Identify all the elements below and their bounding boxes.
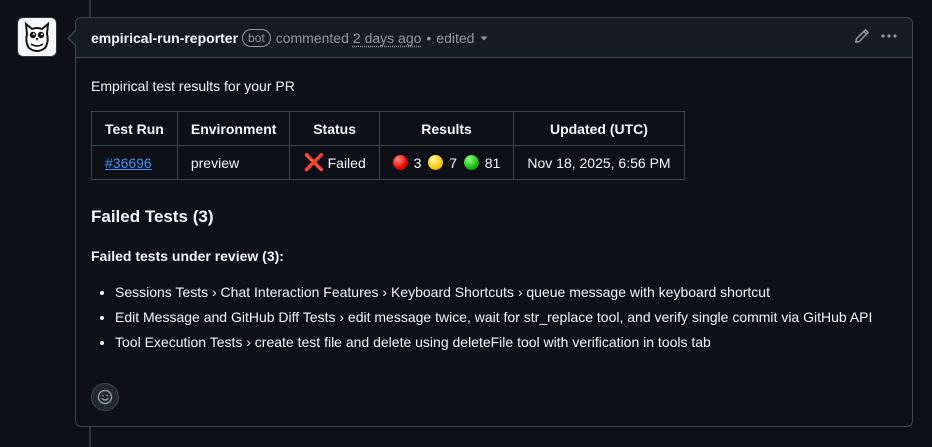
col-status: Status	[289, 111, 380, 146]
red-circle-icon	[392, 154, 408, 170]
comment-box: empirical-run-reporter bot commented 2 d…	[67, 17, 913, 427]
kebab-horizontal-icon[interactable]	[880, 28, 898, 47]
list-item: Sessions Tests › Chat Interaction Featur…	[115, 281, 897, 303]
comment-timestamp[interactable]: 2 days ago	[353, 30, 422, 46]
col-test-run: Test Run	[91, 111, 178, 146]
comment-header: empirical-run-reporter bot commented 2 d…	[76, 18, 912, 58]
owl-avatar-icon[interactable]	[17, 17, 57, 57]
edited-label[interactable]: edited	[436, 30, 474, 46]
col-results: Results	[378, 111, 515, 146]
yellow-circle-icon	[428, 154, 444, 170]
header-separator: •	[426, 29, 432, 46]
intro-text: Empirical test results for your PR	[91, 78, 295, 94]
flaky-count: 7	[449, 154, 458, 171]
list-item: Edit Message and GitHub Diff Tests › edi…	[115, 306, 897, 328]
comment-body: Empirical test results for your PR Test …	[76, 58, 912, 374]
list-item: Tool Execution Tests › create test file …	[115, 331, 897, 353]
table-header-row: Test Run Environment Status Results Upda…	[91, 111, 685, 146]
cell-status: ❌ Failed	[289, 145, 380, 180]
status-text: Failed	[327, 154, 366, 171]
author-link[interactable]: empirical-run-reporter	[91, 30, 238, 46]
passed-count: 81	[484, 154, 501, 171]
cell-test-run: #36696	[91, 145, 178, 180]
header-actions	[854, 18, 898, 57]
comment-action-text: commented	[275, 29, 349, 46]
results-table: Test Run Environment Status Results Upda…	[91, 111, 685, 180]
failed-count: 3	[413, 154, 422, 171]
pencil-icon[interactable]	[854, 28, 870, 47]
test-run-link[interactable]: #36696	[105, 155, 152, 171]
bot-badge: bot	[242, 28, 271, 47]
col-updated: Updated (UTC)	[513, 111, 685, 146]
cell-updated: Nov 18, 2025, 6:56 PM	[513, 145, 685, 180]
cross-mark-icon: ❌	[303, 152, 325, 172]
failed-tests-list: Sessions Tests › Chat Interaction Featur…	[91, 281, 897, 353]
triangle-down-icon[interactable]	[479, 33, 489, 43]
cell-environment: preview	[176, 145, 291, 180]
cell-results: 3 7 81	[378, 145, 515, 180]
smiley-icon[interactable]	[91, 383, 119, 411]
table-row: #36696 preview ❌ Failed 3 7 81 Nov 18, 2…	[91, 145, 685, 180]
review-heading: Failed tests under review (3):	[91, 248, 284, 264]
green-circle-icon	[463, 154, 479, 170]
failed-tests-heading: Failed Tests (3)	[91, 207, 214, 226]
col-environment: Environment	[176, 111, 291, 146]
